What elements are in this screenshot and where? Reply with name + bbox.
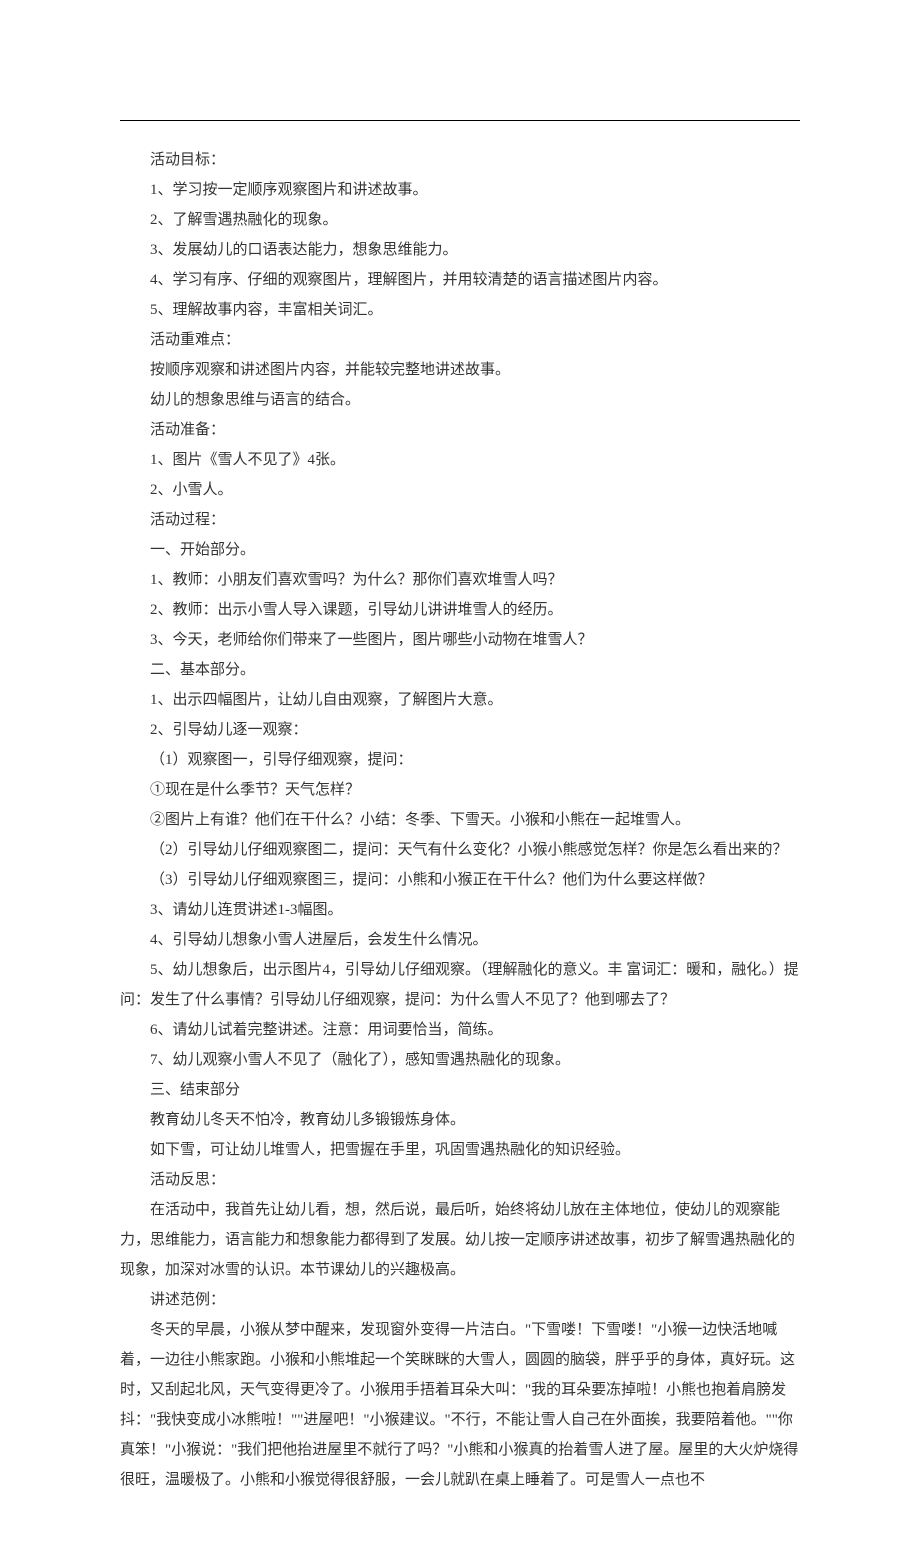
paragraph: 活动反思： — [120, 1165, 800, 1195]
paragraph: 2、了解雪遇热融化的现象。 — [120, 205, 800, 235]
paragraph: （3）引导幼儿仔细观察图三，提问：小熊和小猴正在干什么？他们为什么要这样做？ — [120, 865, 800, 895]
paragraph: 如下雪，可让幼儿堆雪人，把雪握在手里，巩固雪遇热融化的知识经验。 — [120, 1135, 800, 1165]
paragraph: 2、引导幼儿逐一观察： — [120, 715, 800, 745]
horizontal-rule-top — [120, 120, 800, 121]
paragraph: 活动目标： — [120, 145, 800, 175]
paragraph: 1、图片《雪人不见了》4张。 — [120, 445, 800, 475]
paragraph: （1）观察图一，引导仔细观察，提问： — [120, 745, 800, 775]
paragraph: 三、结束部分 — [120, 1075, 800, 1105]
paragraph: 讲述范例： — [120, 1285, 800, 1315]
paragraph: ①现在是什么季节？天气怎样？ — [120, 775, 800, 805]
paragraph: 1、出示四幅图片，让幼儿自由观察，了解图片大意。 — [120, 685, 800, 715]
paragraph: 5、幼儿想象后，出示图片4，引导幼儿仔细观察。（理解融化的意义。丰 富词汇：暖和… — [120, 955, 800, 1015]
paragraph: 活动重难点： — [120, 325, 800, 355]
paragraph: 教育幼儿冬天不怕冷，教育幼儿多锻锻炼身体。 — [120, 1105, 800, 1135]
paragraph: 按顺序观察和讲述图片内容，并能较完整地讲述故事。 — [120, 355, 800, 385]
paragraph: 3、发展幼儿的口语表达能力，想象思维能力。 — [120, 235, 800, 265]
paragraph: 6、请幼儿试着完整讲述。注意：用词要恰当，简练。 — [120, 1015, 800, 1045]
paragraph: 一、开始部分。 — [120, 535, 800, 565]
paragraph: 活动过程： — [120, 505, 800, 535]
paragraph: 7、幼儿观察小雪人不见了（融化了），感知雪遇热融化的现象。 — [120, 1045, 800, 1075]
paragraph: 3、请幼儿连贯讲述1-3幅图。 — [120, 895, 800, 925]
document-content: 活动目标：1、学习按一定顺序观察图片和讲述故事。2、了解雪遇热融化的现象。3、发… — [120, 145, 800, 1495]
paragraph: 活动准备： — [120, 415, 800, 445]
paragraph: 4、学习有序、仔细的观察图片，理解图片，并用较清楚的语言描述图片内容。 — [120, 265, 800, 295]
paragraph: 二、基本部分。 — [120, 655, 800, 685]
paragraph: 3、今天，老师给你们带来了一些图片，图片哪些小动物在堆雪人？ — [120, 625, 800, 655]
paragraph: 2、小雪人。 — [120, 475, 800, 505]
paragraph: 5、理解故事内容，丰富相关词汇。 — [120, 295, 800, 325]
paragraph: （2）引导幼儿仔细观察图二，提问：天气有什么变化？小猴小熊感觉怎样？你是怎么看出… — [120, 835, 800, 865]
paragraph: 1、学习按一定顺序观察图片和讲述故事。 — [120, 175, 800, 205]
paragraph: 在活动中，我首先让幼儿看，想，然后说，最后听，始终将幼儿放在主体地位，使幼儿的观… — [120, 1195, 800, 1285]
paragraph: 4、引导幼儿想象小雪人进屋后，会发生什么情况。 — [120, 925, 800, 955]
paragraph: 2、教师：出示小雪人导入课题，引导幼儿讲讲堆雪人的经历。 — [120, 595, 800, 625]
paragraph: ②图片上有谁？他们在干什么？小结：冬季、下雪天。小猴和小熊在一起堆雪人。 — [120, 805, 800, 835]
paragraph: 冬天的早晨，小猴从梦中醒来，发现窗外变得一片洁白。"下雪喽！下雪喽！"小猴一边快… — [120, 1315, 800, 1495]
paragraph: 1、教师：小朋友们喜欢雪吗？为什么？那你们喜欢堆雪人吗？ — [120, 565, 800, 595]
paragraph: 幼儿的想象思维与语言的结合。 — [120, 385, 800, 415]
